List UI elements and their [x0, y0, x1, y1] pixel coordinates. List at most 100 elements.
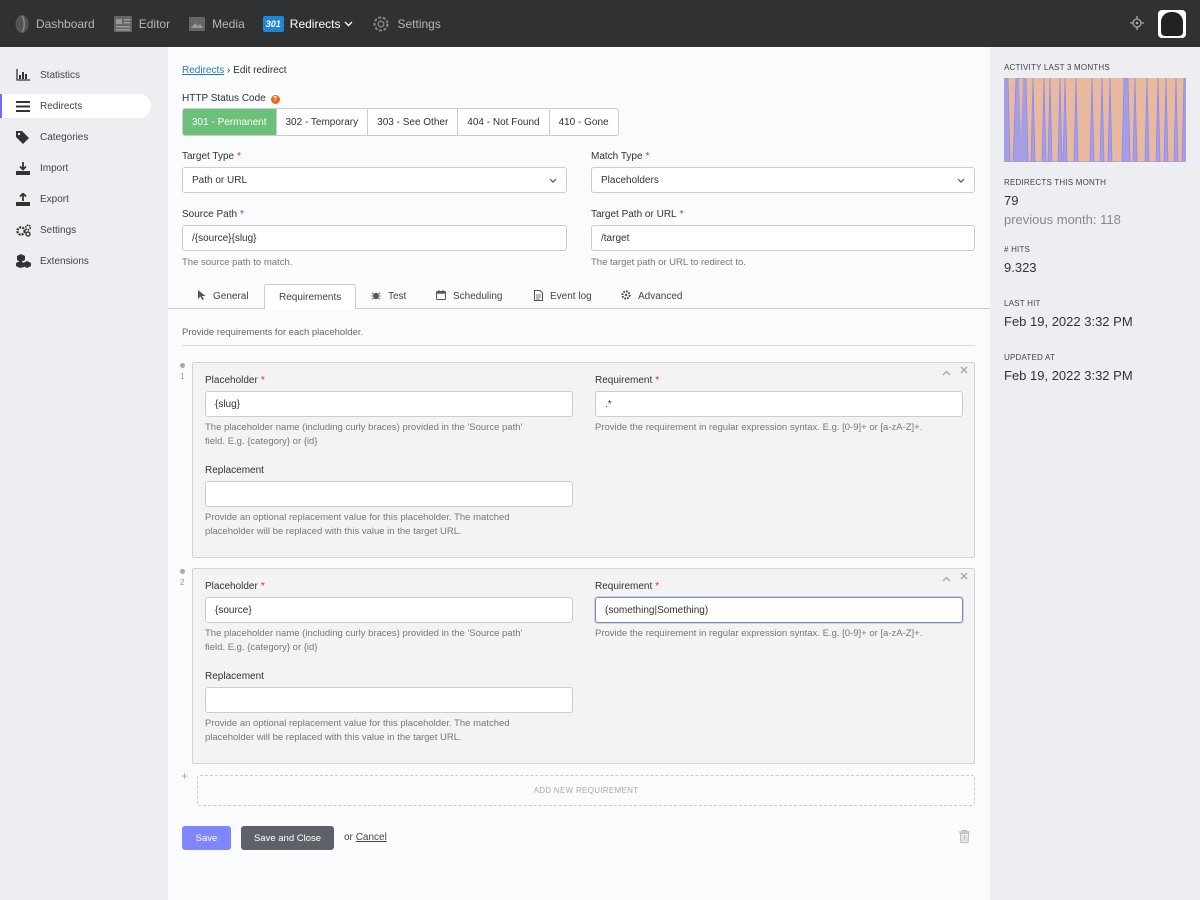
- file-icon: [534, 289, 543, 304]
- match-type-label-text: Match Type: [591, 151, 643, 162]
- chevron-down-icon: [344, 19, 353, 29]
- collapse-icon[interactable]: [942, 574, 951, 585]
- requirement-hint: Provide the requirement in regular expre…: [595, 422, 923, 433]
- status-code-label: HTTP Status Code ?: [182, 93, 280, 104]
- cubes-icon: [16, 254, 34, 268]
- status-404-button[interactable]: 404 - Not Found: [458, 109, 550, 135]
- nav-dashboard[interactable]: Dashboard: [14, 0, 95, 47]
- nav-media-label: Media: [212, 16, 245, 31]
- sidebar-item-categories[interactable]: Categories: [0, 125, 151, 149]
- cancel-area: or Cancel: [344, 832, 387, 843]
- target-path-hint: The target path or URL to redirect to.: [591, 257, 746, 268]
- upload-icon: [16, 192, 34, 206]
- updated-at-label: UPDATED AT: [1004, 353, 1056, 362]
- placeholder-input[interactable]: {source}: [205, 597, 573, 623]
- nav-redirects[interactable]: 301 Redirects: [262, 0, 354, 47]
- sidebar-item-label: Settings: [40, 224, 77, 236]
- nav-redirects-label: Redirects: [289, 16, 341, 31]
- tab-general-label: General: [213, 291, 249, 302]
- sidebar-item-settings[interactable]: Settings: [0, 218, 151, 242]
- tab-event-log[interactable]: Event log: [534, 284, 592, 309]
- drag-handle[interactable]: [180, 569, 185, 574]
- activity-sparkline: [1004, 78, 1186, 162]
- bug-icon: [371, 290, 381, 303]
- status-303-button[interactable]: 303 - See Other: [368, 109, 459, 135]
- placeholder-label: Placeholder *: [205, 581, 265, 592]
- target-path-input[interactable]: /target: [591, 225, 975, 251]
- collapse-icon[interactable]: [942, 368, 951, 379]
- cancel-link[interactable]: Cancel: [356, 832, 387, 843]
- tab-scheduling[interactable]: Scheduling: [436, 284, 502, 309]
- sidebar: Statistics Redirects Categories Import E…: [0, 47, 168, 900]
- save-and-close-button[interactable]: Save and Close: [241, 826, 334, 850]
- drag-handle[interactable]: [180, 363, 185, 368]
- sidebar-item-label: Categories: [40, 131, 89, 143]
- avatar[interactable]: [1158, 10, 1186, 38]
- sidebar-item-statistics[interactable]: Statistics: [0, 63, 151, 87]
- nav-settings[interactable]: Settings: [371, 0, 441, 47]
- sidebar-item-label: Redirects: [40, 100, 83, 112]
- sidebar-item-label: Import: [40, 162, 69, 174]
- target-type-label: Target Type *: [182, 151, 241, 162]
- replacement-label: Replacement: [205, 465, 264, 476]
- trash-icon[interactable]: [959, 829, 970, 846]
- logo-icon: [14, 14, 30, 34]
- close-icon[interactable]: [960, 366, 968, 377]
- required-marker: *: [655, 581, 660, 592]
- requirement-input[interactable]: .*: [595, 391, 963, 417]
- replacement-hint-line-2: placeholder will be replaced with this v…: [205, 526, 462, 537]
- requirement-input[interactable]: (something|Something): [595, 597, 963, 623]
- replacement-input[interactable]: [205, 481, 573, 507]
- plus-icon[interactable]: +: [181, 769, 188, 783]
- tab-general[interactable]: General: [198, 284, 249, 309]
- requirements-description: Provide requirements for each placeholde…: [182, 327, 364, 338]
- top-navigation-bar: Dashboard Editor Media 301 Redirects Set…: [0, 0, 1200, 47]
- required-marker: *: [655, 375, 660, 386]
- match-type-select[interactable]: Placeholders: [591, 167, 975, 193]
- status-301-button[interactable]: 301 - Permanent: [183, 109, 277, 135]
- sidebar-item-redirects[interactable]: Redirects: [0, 94, 151, 118]
- save-button[interactable]: Save: [182, 826, 231, 850]
- close-icon[interactable]: [960, 572, 968, 583]
- nav-media[interactable]: Media: [188, 0, 245, 47]
- hits-value: 9.323: [1004, 260, 1037, 275]
- replacement-input[interactable]: [205, 687, 573, 713]
- crosshair-icon[interactable]: [1130, 15, 1144, 33]
- status-410-button[interactable]: 410 - Gone: [550, 109, 618, 135]
- divider: [182, 345, 975, 346]
- placeholder-hint-line-1: The placeholder name (including curly br…: [205, 628, 523, 639]
- updated-at-value: Feb 19, 2022 3:32 PM: [1004, 368, 1133, 383]
- tab-requirements[interactable]: Requirements: [264, 284, 357, 310]
- breadcrumb-current: Edit redirect: [233, 65, 287, 76]
- help-icon[interactable]: ?: [270, 95, 280, 104]
- required-marker: *: [260, 375, 265, 386]
- status-302-button[interactable]: 302 - Temporary: [277, 109, 369, 135]
- badge-301: 301: [262, 15, 284, 32]
- tab-bar: General Requirements Test Scheduling Eve…: [168, 284, 990, 310]
- sidebar-item-export[interactable]: Export: [0, 187, 151, 211]
- replacement-hint-line-2: placeholder will be replaced with this v…: [205, 732, 462, 743]
- sidebar-item-extensions[interactable]: Extensions: [0, 249, 151, 273]
- breadcrumb: Redirects › Edit redirect: [182, 65, 287, 76]
- tab-test[interactable]: Test: [371, 284, 406, 309]
- placeholder-label-text: Placeholder: [205, 375, 258, 386]
- breadcrumb-redirects-link[interactable]: Redirects: [182, 65, 224, 76]
- hits-label: # HITS: [1004, 245, 1031, 254]
- last-hit-value: Feb 19, 2022 3:32 PM: [1004, 314, 1133, 329]
- calendar-icon: [436, 290, 446, 303]
- add-requirement-button[interactable]: ADD NEW REQUIREMENT: [197, 775, 975, 806]
- editor-icon: [113, 14, 133, 34]
- previous-month-value: previous month: 118: [1004, 212, 1121, 227]
- placeholder-input[interactable]: {slug}: [205, 391, 573, 417]
- tab-advanced[interactable]: Advanced: [621, 284, 682, 309]
- requirement-label-text: Requirement: [595, 581, 653, 592]
- chevron-down-icon: [957, 175, 965, 186]
- placeholder-hint: The placeholder name (including curly br…: [205, 421, 575, 449]
- sidebar-item-import[interactable]: Import: [0, 156, 151, 180]
- nav-editor[interactable]: Editor: [113, 0, 170, 47]
- replacement-label: Replacement: [205, 671, 264, 682]
- placeholder-hint-line-1: The placeholder name (including curly br…: [205, 422, 523, 433]
- source-path-input[interactable]: /{source}{slug}: [182, 225, 567, 251]
- required-marker: *: [237, 151, 241, 162]
- target-type-select[interactable]: Path or URL: [182, 167, 567, 193]
